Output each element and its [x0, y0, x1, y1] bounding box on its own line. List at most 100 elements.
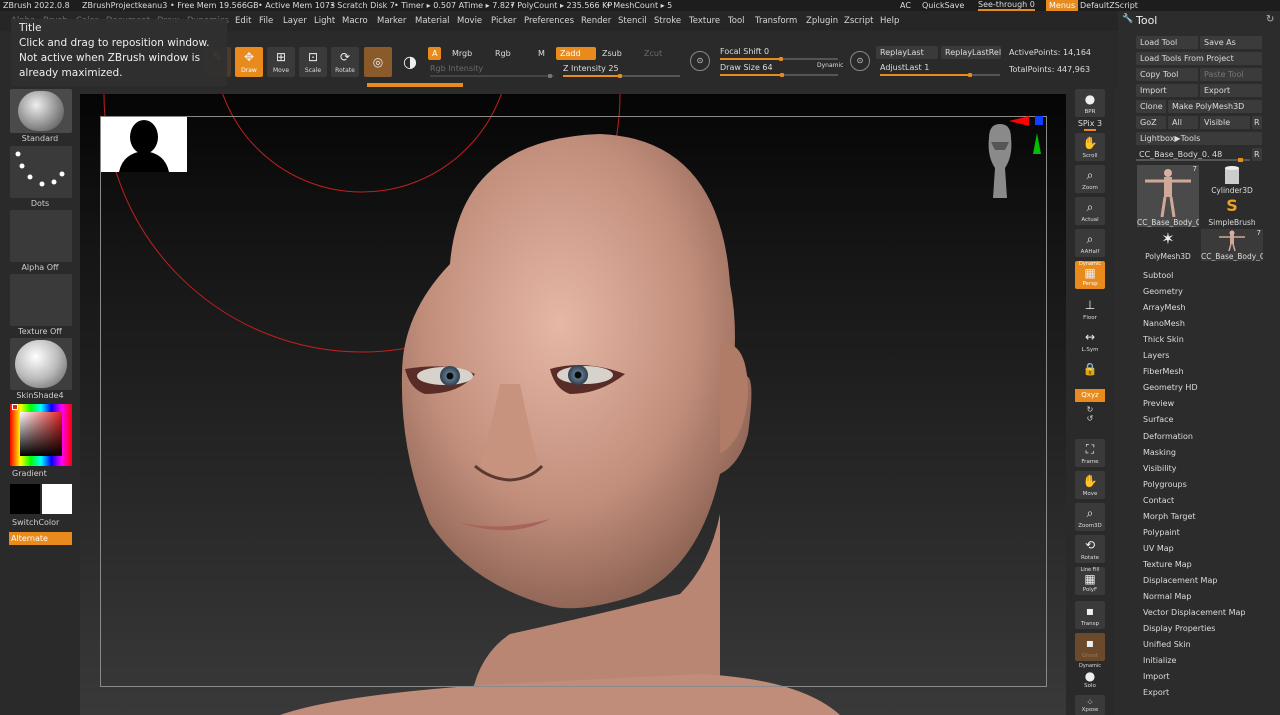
menu-zscript[interactable]: Zscript — [844, 11, 874, 31]
section-export[interactable]: Export — [1143, 688, 1169, 697]
zsub-toggle[interactable]: Zsub — [598, 47, 626, 60]
tool-panel-title[interactable]: Tool — [1136, 14, 1157, 27]
section-normal-map[interactable]: Normal Map — [1143, 592, 1191, 601]
lock-button[interactable]: 🔒 — [1075, 359, 1105, 387]
section-uv-map[interactable]: UV Map — [1143, 544, 1174, 553]
menu-transform[interactable]: Transform — [755, 11, 797, 31]
section-morph-target[interactable]: Morph Target — [1143, 512, 1196, 521]
z-intensity-slider[interactable]: Z Intensity 25 — [563, 63, 680, 78]
navigation-gizmo[interactable] — [975, 116, 1050, 201]
goz-visible-button[interactable]: Visible — [1200, 116, 1250, 129]
xyz-toggle[interactable]: Qxyz — [1075, 389, 1105, 402]
ghost-button[interactable]: ▪ Ghost — [1075, 633, 1105, 661]
goz-button[interactable]: GoZ — [1136, 116, 1166, 129]
texture-slot[interactable] — [10, 274, 72, 326]
save-as-button[interactable]: Save As — [1200, 36, 1262, 49]
menu-render[interactable]: Render — [581, 11, 611, 31]
import-tool-button[interactable]: Import — [1136, 84, 1198, 97]
section-thick-skin[interactable]: Thick Skin — [1143, 335, 1184, 344]
floor-button[interactable]: ⊥ Floor — [1075, 295, 1105, 323]
a-toggle[interactable]: A — [428, 47, 442, 60]
see-through-slider[interactable]: See-through 0 — [978, 0, 1035, 11]
tool-r-button[interactable]: R — [1252, 148, 1262, 161]
polyf-button[interactable]: Line Fill ▦ PolyF — [1075, 567, 1105, 595]
current-tool-slider[interactable]: CC_Base_Body_0. 48 — [1136, 148, 1250, 162]
menu-light[interactable]: Light — [314, 11, 335, 31]
spix-slider[interactable]: SPix 3 — [1072, 119, 1108, 131]
brush-slot[interactable] — [10, 89, 72, 133]
zcut-toggle[interactable]: Zcut — [640, 47, 666, 60]
section-subtool[interactable]: Subtool — [1143, 271, 1173, 280]
section-displacement-map[interactable]: Displacement Map — [1143, 576, 1217, 585]
section-arraymesh[interactable]: ArrayMesh — [1143, 303, 1186, 312]
alternate-button[interactable]: Alternate — [9, 532, 72, 545]
section-polypaint[interactable]: Polypaint — [1143, 528, 1180, 537]
menu-picker[interactable]: Picker — [491, 11, 516, 31]
replaylast-button[interactable]: ReplayLast — [876, 46, 938, 59]
focal-shift-icon[interactable]: ⊙ — [690, 51, 710, 71]
lsym-button[interactable]: ↔ L.Sym — [1075, 327, 1105, 355]
persp-button[interactable]: Dynamic ▦ Persp — [1075, 261, 1105, 289]
menu-zplugin[interactable]: Zplugin — [806, 11, 838, 31]
gradient-toggle[interactable]: Gradient — [12, 469, 47, 478]
menus-toggle[interactable]: Menus — [1046, 0, 1079, 11]
rotate-button[interactable]: ⟳ Rotate — [331, 47, 359, 77]
load-tools-from-project-button[interactable]: Load Tools From Project — [1136, 52, 1262, 65]
zoom-button[interactable]: ⌕ Zoom — [1075, 165, 1105, 193]
section-fibermesh[interactable]: FiberMesh — [1143, 367, 1184, 376]
scroll-button[interactable]: ✋ Scroll — [1075, 133, 1105, 161]
bpr-button[interactable]: ● BPR — [1075, 89, 1105, 117]
alpha-slot[interactable] — [10, 210, 72, 262]
menu-macro[interactable]: Macro — [342, 11, 368, 31]
section-initialize[interactable]: Initialize — [1143, 656, 1176, 665]
move-button[interactable]: ⊞ Move — [267, 47, 295, 77]
color-saturation-square[interactable] — [20, 412, 62, 456]
main-color-swatch[interactable] — [42, 484, 72, 514]
lightbox-tools-button[interactable]: Lightbox▶Tools — [1136, 132, 1262, 145]
clone-button[interactable]: Clone — [1136, 100, 1166, 113]
tool-thumb-cc-base-body-2[interactable]: 7 CC_Base_Body_C — [1201, 229, 1263, 261]
section-layers[interactable]: Layers — [1143, 351, 1169, 360]
goz-r-button[interactable]: R — [1252, 116, 1262, 129]
section-surface[interactable]: Surface — [1143, 415, 1173, 424]
export-tool-button[interactable]: Export — [1200, 84, 1262, 97]
menu-texture[interactable]: Texture — [689, 11, 720, 31]
make-polymesh3d-button[interactable]: Make PolyMesh3D — [1168, 100, 1262, 113]
menu-stroke[interactable]: Stroke — [654, 11, 681, 31]
dynamic-toggle[interactable]: Dynamic — [817, 62, 843, 69]
tool-thumb-polymesh3d[interactable]: ✶ PolyMesh3D — [1137, 229, 1199, 261]
menu-preferences[interactable]: Preferences — [524, 11, 574, 31]
copy-tool-button[interactable]: Copy Tool — [1136, 68, 1198, 81]
section-visibility[interactable]: Visibility — [1143, 464, 1177, 473]
menu-layer[interactable]: Layer — [283, 11, 307, 31]
silhouette-preview[interactable] — [101, 117, 187, 172]
material-slot[interactable] — [10, 338, 72, 390]
section-vector-displacement-map[interactable]: Vector Displacement Map — [1143, 608, 1245, 617]
zoom3d-button[interactable]: ⌕ Zoom3D — [1075, 503, 1105, 531]
move-view-button[interactable]: ✋ Move — [1075, 471, 1105, 499]
secondary-color-swatch[interactable] — [10, 484, 40, 514]
draw-button[interactable]: ✥ Draw — [235, 47, 263, 77]
load-tool-button[interactable]: Load Tool — [1136, 36, 1198, 49]
goz-all-button[interactable]: All — [1168, 116, 1198, 129]
ac-button[interactable]: AC — [900, 0, 911, 11]
quicksave-button[interactable]: QuickSave — [922, 0, 964, 11]
section-polygroups[interactable]: Polygroups — [1143, 480, 1187, 489]
tool-thumb-cylinder3d[interactable]: Cylinder3D — [1201, 165, 1263, 195]
menu-file[interactable]: File — [259, 11, 273, 31]
hue-marker[interactable] — [12, 404, 18, 410]
focal-shift-slider[interactable]: Focal Shift 0 — [720, 46, 838, 61]
section-display-properties[interactable]: Display Properties — [1143, 624, 1215, 633]
menu-stencil[interactable]: Stencil — [618, 11, 647, 31]
tool-thumb-cc-base-body[interactable]: 7 CC_Base_Body_C — [1137, 165, 1199, 227]
aahalf-button[interactable]: ⌕ AAHalf — [1075, 229, 1105, 257]
menu-help[interactable]: Help — [880, 11, 899, 31]
section-geometry-hd[interactable]: Geometry HD — [1143, 383, 1198, 392]
section-nanomesh[interactable]: NanoMesh — [1143, 319, 1185, 328]
m-toggle[interactable]: M — [534, 47, 549, 60]
scale-button[interactable]: ⊡ Scale — [299, 47, 327, 77]
menu-tool[interactable]: Tool — [728, 11, 745, 31]
section-contact[interactable]: Contact — [1143, 496, 1174, 505]
switchcolor-button[interactable]: SwitchColor — [12, 518, 59, 527]
section-import[interactable]: Import — [1143, 672, 1170, 681]
